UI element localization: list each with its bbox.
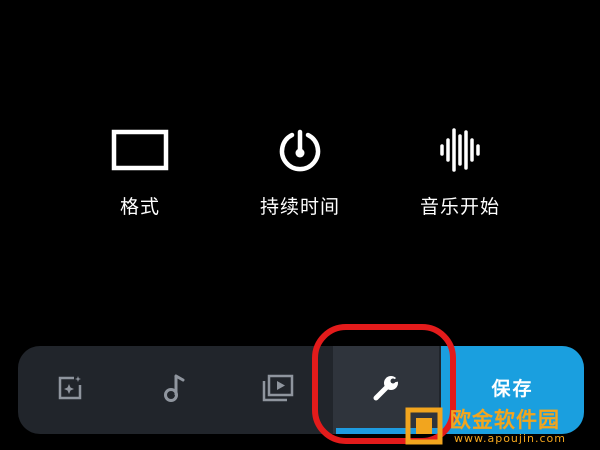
music-tab[interactable] [122,346,226,434]
rectangle-format-icon [108,118,172,182]
format-label: 格式 [119,196,160,218]
music-note-icon [161,373,187,407]
effects-tab[interactable] [18,346,122,434]
duration-option[interactable]: 持续时间 [220,118,380,228]
watermark: 欧金软件园 www.apoujin.com [398,402,598,448]
sparkle-frame-icon [57,375,83,405]
audio-waveform-icon [428,118,492,182]
watermark-text: 欧金软件园 [450,408,560,432]
play-frame-icon [261,373,295,407]
watermark-url: www.apoujin.com [454,432,566,445]
duration-label: 持续时间 [259,196,340,218]
format-option[interactable]: 格式 [60,118,220,228]
music-start-option[interactable]: 音乐开始 [380,118,540,228]
timer-dial-icon [268,118,332,182]
watermark-logo-icon [404,406,444,450]
music-start-label: 音乐开始 [419,196,500,218]
